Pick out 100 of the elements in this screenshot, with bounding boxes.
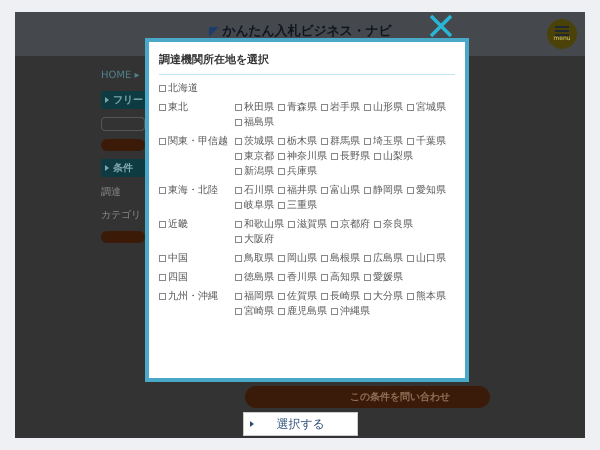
checkbox-item[interactable]: 奈良県 (374, 218, 413, 230)
checkbox[interactable] (235, 202, 242, 208)
checkbox-item[interactable]: 東海・北陸 (159, 184, 235, 196)
checkbox-item[interactable]: 広島県 (364, 252, 403, 264)
checkbox-item[interactable]: 徳島県 (235, 270, 274, 284)
checkbox-item[interactable]: 滋賀県 (288, 218, 327, 230)
checkbox[interactable] (407, 186, 414, 194)
checkbox-item[interactable]: 栃木県 (278, 134, 317, 148)
checkbox[interactable] (321, 186, 328, 194)
checkbox[interactable] (159, 274, 166, 280)
checkbox[interactable] (331, 308, 338, 314)
checkbox[interactable] (407, 254, 414, 262)
checkbox[interactable] (364, 254, 371, 262)
checkbox-item[interactable]: 京都府 (331, 218, 370, 230)
close-icon[interactable] (429, 14, 453, 38)
checkbox-item[interactable]: 東京都 (235, 150, 274, 162)
checkbox[interactable] (331, 152, 338, 160)
checkbox[interactable] (278, 202, 285, 208)
checkbox[interactable] (159, 292, 166, 300)
checkbox[interactable] (235, 118, 242, 126)
checkbox[interactable] (321, 138, 328, 144)
checkbox-item[interactable]: 島根県 (321, 252, 360, 264)
checkbox[interactable] (278, 254, 285, 262)
checkbox-item[interactable]: 熊本県 (407, 290, 446, 302)
checkbox-item[interactable]: 兵庫県 (278, 164, 317, 178)
checkbox[interactable] (235, 168, 242, 174)
checkbox-item[interactable]: 愛知県 (407, 184, 446, 196)
checkbox[interactable] (364, 292, 371, 300)
checkbox[interactable] (235, 186, 242, 194)
checkbox-item[interactable]: 関東・甲信越 (159, 134, 235, 148)
checkbox[interactable] (321, 254, 328, 262)
checkbox-item[interactable]: 秋田県 (235, 100, 274, 114)
checkbox[interactable] (321, 274, 328, 280)
checkbox-item[interactable]: 群馬県 (321, 134, 360, 148)
checkbox-item[interactable]: 茨城県 (235, 134, 274, 148)
checkbox-item[interactable]: 神奈川県 (278, 150, 327, 162)
checkbox[interactable] (278, 274, 285, 280)
checkbox[interactable] (235, 220, 242, 228)
checkbox-item[interactable]: 鳥取県 (235, 252, 274, 264)
checkbox-item[interactable]: 佐賀県 (278, 290, 317, 302)
checkbox[interactable] (364, 274, 371, 280)
checkbox[interactable] (235, 254, 242, 262)
checkbox-item[interactable]: 岐阜県 (235, 198, 274, 212)
checkbox[interactable] (159, 138, 166, 144)
checkbox[interactable] (407, 104, 414, 110)
checkbox[interactable] (278, 186, 285, 194)
checkbox-item[interactable]: 富山県 (321, 184, 360, 196)
checkbox[interactable] (235, 292, 242, 300)
checkbox-item[interactable]: 東北 (159, 100, 235, 114)
checkbox[interactable] (321, 104, 328, 110)
checkbox[interactable] (159, 254, 166, 262)
checkbox-item[interactable]: 青森県 (278, 100, 317, 114)
checkbox-item[interactable]: 鹿児島県 (278, 304, 327, 318)
checkbox-item[interactable]: 新潟県 (235, 164, 274, 178)
checkbox-item[interactable]: 山梨県 (374, 150, 413, 162)
checkbox[interactable] (407, 138, 414, 144)
checkbox[interactable] (278, 104, 285, 110)
checkbox-item[interactable]: 長野県 (331, 150, 370, 162)
checkbox-item[interactable]: 和歌山県 (235, 218, 284, 230)
checkbox-item[interactable]: 福島県 (235, 116, 274, 128)
checkbox[interactable] (278, 308, 285, 314)
checkbox-item[interactable]: 愛媛県 (364, 270, 403, 284)
checkbox-item[interactable]: 静岡県 (364, 184, 403, 196)
checkbox-item[interactable]: 福井県 (278, 184, 317, 196)
checkbox[interactable] (278, 138, 285, 144)
checkbox[interactable] (374, 152, 381, 160)
checkbox[interactable] (331, 220, 338, 228)
checkbox[interactable] (288, 220, 295, 228)
checkbox[interactable] (159, 186, 166, 194)
checkbox[interactable] (374, 220, 381, 228)
checkbox-item[interactable]: 沖縄県 (331, 304, 370, 318)
checkbox[interactable] (159, 104, 166, 110)
checkbox-item[interactable]: 山形県 (364, 100, 403, 114)
checkbox[interactable] (364, 186, 371, 194)
checkbox[interactable] (407, 292, 414, 300)
checkbox-item[interactable]: 四国 (159, 270, 235, 284)
checkbox[interactable] (235, 236, 242, 242)
checkbox[interactable] (235, 152, 242, 160)
checkbox[interactable] (321, 292, 328, 300)
checkbox[interactable] (235, 104, 242, 110)
checkbox[interactable] (159, 84, 166, 92)
checkbox[interactable] (364, 104, 371, 110)
checkbox[interactable] (278, 292, 285, 300)
checkbox-item[interactable]: 福岡県 (235, 290, 274, 302)
checkbox[interactable] (159, 220, 166, 228)
checkbox-item[interactable]: 宮崎県 (235, 304, 274, 318)
checkbox[interactable] (235, 138, 242, 144)
checkbox-item[interactable]: 近畿 (159, 218, 235, 230)
checkbox[interactable] (364, 138, 371, 144)
checkbox-item[interactable]: 九州・沖縄 (159, 290, 235, 302)
checkbox[interactable] (235, 308, 242, 314)
checkbox-item[interactable]: 岡山県 (278, 252, 317, 264)
checkbox-item[interactable]: 大分県 (364, 290, 403, 302)
checkbox-item[interactable]: 香川県 (278, 270, 317, 284)
checkbox-item[interactable]: 大阪府 (235, 232, 274, 246)
checkbox-item[interactable]: 宮城県 (407, 100, 446, 114)
checkbox-item[interactable]: 山口県 (407, 252, 446, 264)
select-button[interactable]: 選択する (243, 412, 358, 436)
checkbox[interactable] (278, 168, 285, 174)
checkbox-item[interactable]: 埼玉県 (364, 134, 403, 148)
